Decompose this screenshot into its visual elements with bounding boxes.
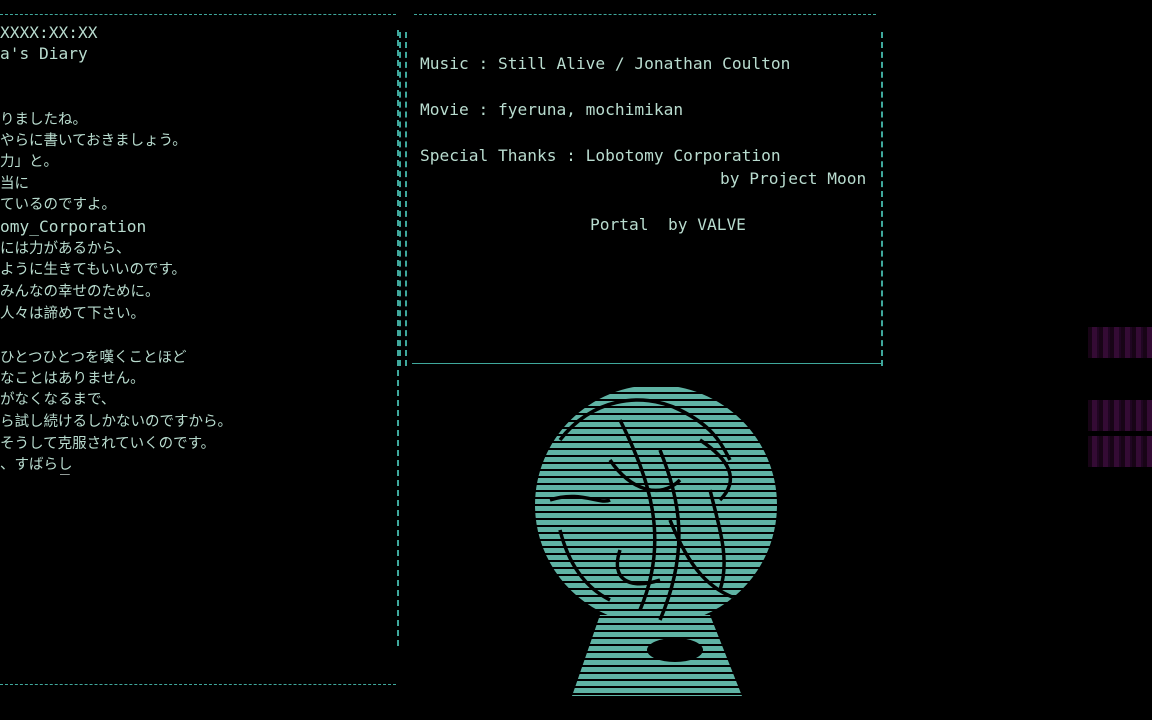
diary-bottom-border [0, 684, 396, 685]
accent-strip [1088, 327, 1152, 358]
diary-date: XXXX:XX:XX [0, 23, 98, 42]
credit-portal: Portal by VALVE [590, 215, 746, 234]
diary-line: 人々は諦めて下さい。 [0, 306, 145, 322]
credit-movie: Movie : fyeruna, mochimikan [420, 100, 684, 119]
diary-line: なことはありません。 [0, 371, 145, 387]
diary-title: a's Diary [0, 44, 88, 63]
credit-thanks-by: by Project Moon [720, 169, 867, 188]
diary-line: 力」と。 [0, 154, 58, 170]
credits-top-border [414, 14, 876, 15]
credit-music: Music : Still Alive / Jonathan Coulton [420, 54, 791, 73]
diary-line: omy_Corporation [0, 217, 147, 236]
diary-line: には力があるから、 [0, 241, 131, 257]
credits-right-border [881, 32, 883, 366]
diary-line: ように生きてもいいのです。 [0, 262, 187, 278]
credits-bottom-border [412, 363, 882, 364]
diary-top-border [0, 14, 396, 15]
diary-line: ら試し続けるしかないのですから。 [0, 414, 232, 430]
diary-line: りましたね。 [0, 112, 87, 128]
accent-strip [1088, 436, 1152, 467]
diary-line: ているのですよ。 [0, 197, 116, 213]
credits-left-border [399, 32, 401, 366]
credits-left-border-inner [405, 32, 407, 366]
aperture-globe-icon [535, 385, 777, 696]
diary-line: 当に [0, 176, 29, 192]
diary-line: やらに書いておきましょう。 [0, 133, 187, 149]
credit-thanks: Special Thanks : Lobotomy Corporation [420, 146, 781, 165]
diary-line: そうして克服されていくのです。 [0, 436, 216, 452]
text-cursor: _ [60, 456, 70, 475]
diary-line: がなくなるまで、 [0, 392, 116, 408]
diary-line: ひとつひとつを嘆くことほど [0, 350, 187, 366]
accent-strip [1088, 400, 1152, 431]
diary-line: みんなの幸せのために。 [0, 284, 160, 300]
